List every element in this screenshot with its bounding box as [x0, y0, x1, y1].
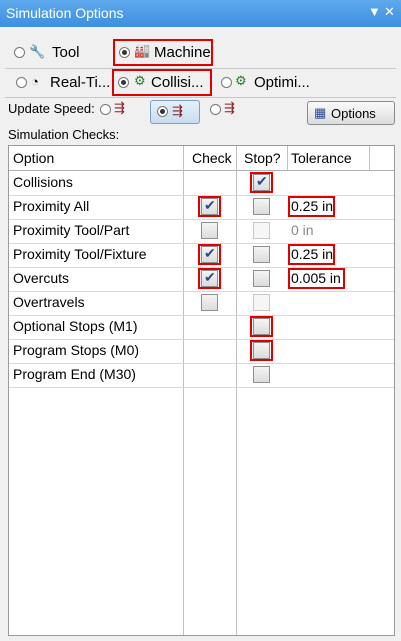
- close-icon[interactable]: ✕: [384, 4, 395, 20]
- update-speed-label: Update Speed:: [8, 101, 95, 116]
- check-checkbox[interactable]: ✔: [201, 269, 218, 287]
- checkmark-icon: ✔: [204, 245, 216, 261]
- table-row: Overcuts ✔ 0.005 in: [9, 267, 394, 292]
- check-checkbox[interactable]: ✔: [201, 197, 218, 215]
- radio-collision[interactable]: ⚙ Collisi...: [114, 69, 214, 95]
- table-row: Proximity All ✔ 0.25 in: [9, 195, 394, 220]
- table-row: Optional Stops (M1): [9, 315, 394, 340]
- stop-checkbox[interactable]: [253, 318, 270, 335]
- check-checkbox[interactable]: [201, 222, 218, 239]
- radio-realtime[interactable]: ◔ Real-Ti...: [14, 69, 114, 95]
- checkmark-icon: ✔: [204, 197, 216, 213]
- row-option-name: Overcuts: [13, 270, 70, 286]
- speed-slow-icon: ⇶: [114, 100, 125, 115]
- table-row: Program End (M30): [9, 363, 394, 388]
- col-divider: [287, 146, 288, 170]
- stop-checkbox[interactable]: [253, 246, 270, 263]
- radio-realtime-label: Real-Ti...: [50, 74, 111, 91]
- row-option-name: Proximity Tool/Fixture: [13, 246, 147, 262]
- dropdown-icon[interactable]: ▼: [368, 4, 381, 19]
- radio-optimize-dot[interactable]: [221, 77, 232, 88]
- row-option-name: Program Stops (M0): [13, 342, 140, 358]
- stop-checkbox[interactable]: [253, 222, 270, 239]
- col-check: Check: [192, 150, 232, 166]
- radio-collision-dot[interactable]: [118, 77, 129, 88]
- panel-bottom: [0, 636, 401, 641]
- speed-slow-radio[interactable]: [100, 104, 111, 115]
- stop-checkbox[interactable]: [253, 342, 270, 359]
- row-option-name: Program End (M30): [13, 366, 136, 382]
- separator: [5, 97, 396, 98]
- radio-tool-dot[interactable]: [14, 47, 25, 58]
- radio-machine[interactable]: 🏭 Machine: [116, 39, 216, 65]
- row-option-name: Proximity Tool/Part: [13, 222, 130, 238]
- stop-checkbox[interactable]: ✔: [253, 173, 270, 191]
- tolerance-value[interactable]: 0 in: [291, 222, 314, 238]
- radio-realtime-dot[interactable]: [16, 77, 27, 88]
- table-row: Program Stops (M0): [9, 339, 394, 364]
- simulation-checks-label: Simulation Checks:: [8, 127, 120, 142]
- table-row: Proximity Tool/Fixture ✔ 0.25 in: [9, 243, 394, 268]
- row-option-name: Proximity All: [13, 198, 90, 214]
- speed-medium-radio[interactable]: [157, 106, 168, 117]
- row-option-name: Collisions: [13, 174, 73, 190]
- checkmark-icon: ✔: [204, 269, 216, 285]
- stop-checkbox[interactable]: [253, 198, 270, 215]
- window-title: Simulation Options: [6, 5, 124, 21]
- col-tolerance: Tolerance: [291, 150, 352, 166]
- tolerance-value[interactable]: 0.25 in: [291, 198, 333, 214]
- machine-icon: 🏭: [134, 43, 151, 58]
- options-button-label: Options: [331, 106, 376, 121]
- tolerance-value[interactable]: 0.005 in: [291, 270, 341, 286]
- speed-fast-icon: ⇶: [224, 100, 235, 115]
- radio-machine-label: Machine: [154, 44, 211, 61]
- row-option-name: Overtravels: [13, 294, 85, 310]
- table-row: Overtravels: [9, 291, 394, 316]
- row-option-name: Optional Stops (M1): [13, 318, 138, 334]
- col-stop: Stop?: [244, 150, 281, 166]
- radio-tool[interactable]: 🔧 Tool: [14, 39, 89, 65]
- check-checkbox[interactable]: [201, 294, 218, 311]
- table-row: Collisions ✔: [9, 171, 394, 196]
- col-option: Option: [13, 150, 55, 166]
- simulation-checks-table: Option Check Stop? Tolerance Collisions ✔…: [8, 145, 395, 636]
- tolerance-value[interactable]: 0.25 in: [291, 246, 333, 262]
- radio-optimize[interactable]: ⚙ Optimi...: [219, 69, 319, 95]
- speed-medium-button[interactable]: ⇶: [150, 100, 200, 124]
- tool-icon: 🔧: [29, 44, 46, 59]
- optimize-icon: ⚙: [235, 73, 247, 88]
- radio-optimize-label: Optimi...: [254, 74, 310, 91]
- check-checkbox[interactable]: ✔: [201, 245, 218, 263]
- title-bar: Simulation Options ▼ ✕: [0, 0, 401, 27]
- stop-checkbox[interactable]: [253, 366, 270, 383]
- options-icon: ▦: [314, 105, 327, 120]
- table-header: Option Check Stop? Tolerance: [9, 146, 394, 171]
- speed-fast-radio[interactable]: [210, 104, 221, 115]
- stop-checkbox[interactable]: [253, 270, 270, 287]
- col-divider: [369, 146, 370, 170]
- collision-icon: ⚙: [134, 73, 146, 88]
- checkmark-icon: ✔: [256, 173, 268, 189]
- radio-collision-label: Collisi...: [151, 74, 204, 91]
- speed-medium-icon: ⇶: [172, 103, 183, 118]
- stop-checkbox[interactable]: [253, 294, 270, 311]
- table-row: Proximity Tool/Part 0 in: [9, 219, 394, 244]
- radio-machine-dot[interactable]: [119, 47, 130, 58]
- radio-tool-label: Tool: [52, 44, 80, 61]
- clock-icon: ◔: [31, 74, 39, 89]
- options-button[interactable]: ▦ Options: [307, 101, 395, 125]
